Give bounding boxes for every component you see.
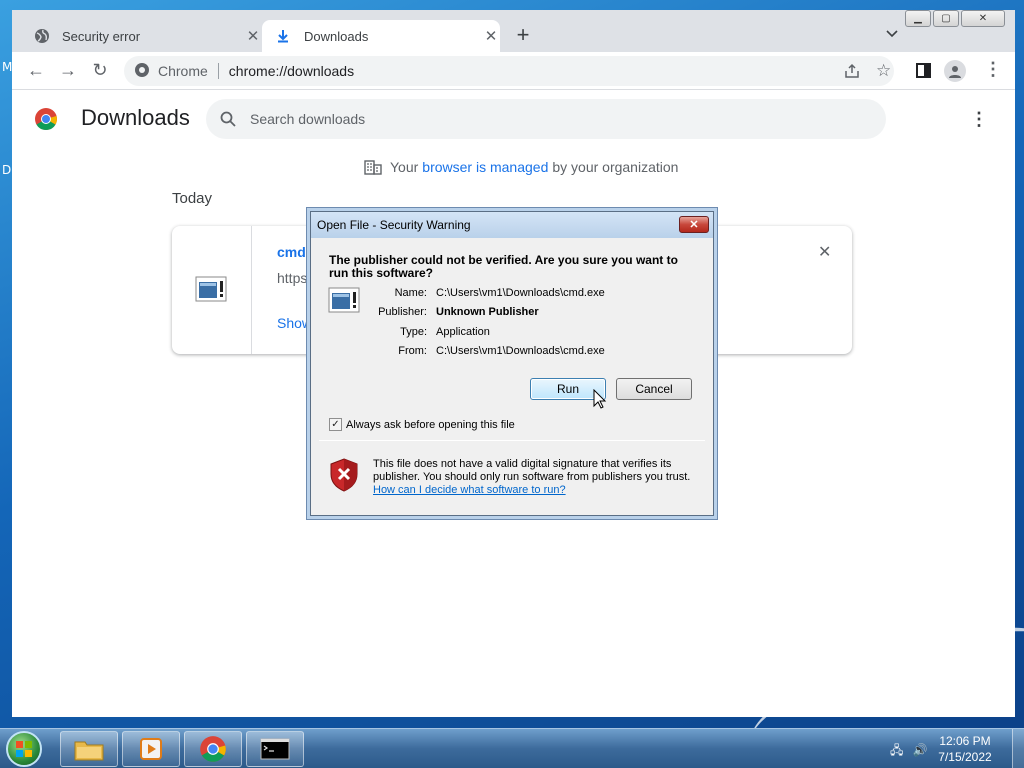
dialog-title: Open File - Security Warning xyxy=(311,212,713,238)
search-icon xyxy=(220,111,236,127)
show-desktop-button[interactable] xyxy=(1012,729,1024,768)
managed-prefix: Your xyxy=(390,159,419,175)
downloads-menu-icon[interactable]: ⋮ xyxy=(970,109,988,130)
clock-time: 12:06 PM xyxy=(939,734,991,748)
chrome-taskbar-button[interactable] xyxy=(184,731,242,767)
clock-date: 7/15/2022 xyxy=(938,750,992,764)
from-value: C:\Users\vm1\Downloads\cmd.exe xyxy=(436,345,605,357)
volume-icon[interactable]: 🔊 xyxy=(913,743,928,757)
page-title: Downloads xyxy=(81,105,190,130)
tab-close-icon[interactable]: ✕ xyxy=(244,27,262,45)
file-icon-column xyxy=(172,226,252,354)
from-label: From: xyxy=(398,345,427,357)
tab-downloads[interactable]: Downloads ✕ xyxy=(262,20,500,52)
back-button[interactable]: ← xyxy=(24,60,48,81)
mouse-cursor-icon xyxy=(593,389,607,409)
network-icon[interactable]: 🖧 xyxy=(890,743,903,757)
site-label: Chrome xyxy=(158,63,208,79)
warning-text: This file does not have a valid digital … xyxy=(373,458,691,483)
window-controls: ▁ ▢ ✕ xyxy=(905,10,1005,27)
managed-link[interactable]: browser is managed xyxy=(422,159,548,175)
omnibox-divider xyxy=(217,63,219,79)
tab-title: Downloads xyxy=(304,28,369,44)
taskbar: 🖧 🔊 12:06 PM 7/15/2022 xyxy=(0,728,1024,768)
browser-toolbar: ← → ↻ Chrome chrome://downloads ☆ ⋮ xyxy=(12,52,1015,90)
exe-file-icon xyxy=(195,276,227,302)
publisher-value: Unknown Publisher xyxy=(436,306,539,318)
checkbox-check-icon[interactable]: ✓ xyxy=(329,418,342,431)
publisher-label: Publisher: xyxy=(378,306,427,318)
managed-notice: Your browser is managed by your organiza… xyxy=(364,159,678,175)
tab-title: Security error xyxy=(62,28,141,44)
browser-menu-icon[interactable]: ⋮ xyxy=(984,59,1002,80)
chrome-icon xyxy=(134,62,150,81)
forward-button[interactable]: → xyxy=(56,60,80,81)
always-ask-checkbox[interactable]: ✓ Always ask before opening this file xyxy=(329,418,515,431)
tab-strip: Security error ✕ Downloads ✕ + ▁ ▢ ✕ xyxy=(12,10,1015,52)
dialog-close-button[interactable]: ✕ xyxy=(679,216,709,233)
desktop-icon-label: M xyxy=(2,60,13,74)
tab-search-chevron-icon[interactable] xyxy=(886,27,898,41)
system-tray: 🖧 🔊 xyxy=(890,741,928,762)
media-player-taskbar-button[interactable] xyxy=(122,731,180,767)
tab-security-error[interactable]: Security error ✕ xyxy=(20,20,262,52)
search-placeholder: Search downloads xyxy=(250,111,366,127)
share-icon[interactable] xyxy=(844,63,860,83)
cmd-icon xyxy=(260,738,290,760)
remove-download-icon[interactable]: ✕ xyxy=(818,242,831,262)
file-explorer-icon xyxy=(74,741,104,761)
media-player-icon xyxy=(140,738,162,760)
chrome-icon xyxy=(200,736,226,762)
new-tab-button[interactable]: + xyxy=(512,22,534,48)
warning-shield-icon xyxy=(329,458,359,495)
cancel-button[interactable]: Cancel xyxy=(616,378,692,400)
desktop-icon-label: D xyxy=(2,163,12,177)
type-label: Type: xyxy=(400,326,427,338)
bookmark-star-icon[interactable]: ☆ xyxy=(876,61,891,81)
windows-logo-icon xyxy=(16,741,32,757)
managed-suffix: by your organization xyxy=(552,159,679,175)
help-link[interactable]: How can I decide what software to run? xyxy=(373,484,566,496)
start-button[interactable] xyxy=(6,731,42,767)
close-window-button[interactable]: ✕ xyxy=(961,10,1005,27)
name-value: C:\Users\vm1\Downloads\cmd.exe xyxy=(436,287,605,299)
name-label: Name: xyxy=(394,287,427,299)
url-text: chrome://downloads xyxy=(228,63,355,79)
reload-button[interactable]: ↻ xyxy=(88,60,112,81)
search-input[interactable]: Search downloads xyxy=(206,99,886,139)
tab-close-icon[interactable]: ✕ xyxy=(482,27,500,45)
chrome-logo-icon xyxy=(34,107,58,136)
file-explorer-taskbar-button[interactable] xyxy=(60,731,118,767)
type-value: Application xyxy=(436,326,490,338)
download-url: https: xyxy=(277,270,312,286)
security-warning-dialog: Open File - Security Warning ✕ The publi… xyxy=(310,211,714,516)
maximize-button[interactable]: ▢ xyxy=(933,10,959,27)
show-in-folder-link[interactable]: Show xyxy=(277,315,312,331)
dialog-heading: The publisher could not be verified. Are… xyxy=(329,253,678,280)
checkbox-label: Always ask before opening this file xyxy=(346,418,515,431)
download-icon xyxy=(276,29,294,43)
warning-message: This file does not have a valid digital … xyxy=(373,458,693,497)
downloads-header: Downloads Search downloads ⋮ xyxy=(12,91,1015,147)
minimize-button[interactable]: ▁ xyxy=(905,10,931,27)
building-icon xyxy=(364,160,382,175)
globe-icon xyxy=(34,28,52,44)
omnibox[interactable]: Chrome chrome://downloads xyxy=(124,56,894,86)
dialog-divider xyxy=(319,440,705,441)
side-panel-icon[interactable] xyxy=(916,63,931,82)
cmd-taskbar-button[interactable] xyxy=(246,731,304,767)
date-section-label: Today xyxy=(172,190,213,207)
profile-avatar-icon[interactable] xyxy=(944,60,966,82)
taskbar-clock[interactable]: 12:06 PM 7/15/2022 xyxy=(930,733,1000,765)
